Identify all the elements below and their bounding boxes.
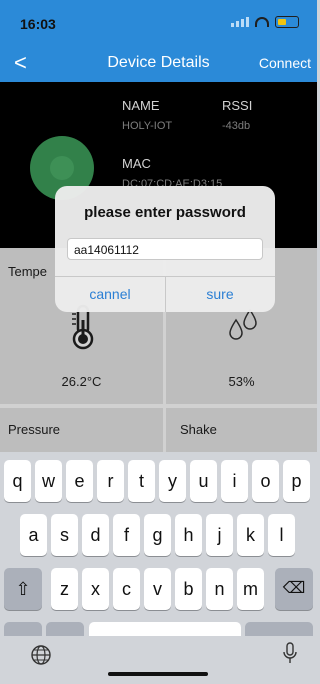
home-indicator[interactable]	[108, 672, 208, 676]
status-bar: 16:03	[0, 0, 317, 42]
key-m[interactable]: m	[237, 568, 264, 610]
status-time: 16:03	[20, 16, 56, 32]
key-f[interactable]: f	[113, 514, 140, 556]
connect-button[interactable]: Connect	[259, 55, 311, 71]
key-a[interactable]: a	[20, 514, 47, 556]
keyboard-bottom-bar	[0, 636, 317, 684]
key-k[interactable]: k	[237, 514, 264, 556]
globe-icon[interactable]	[30, 644, 52, 666]
key-i[interactable]: i	[221, 460, 248, 502]
key-v[interactable]: v	[144, 568, 171, 610]
backspace-icon: ⌫	[282, 580, 306, 597]
key-t[interactable]: t	[128, 460, 155, 502]
key-d[interactable]: d	[82, 514, 109, 556]
key-w[interactable]: w	[35, 460, 62, 502]
key-o[interactable]: o	[252, 460, 279, 502]
key-u[interactable]: u	[190, 460, 217, 502]
key-x[interactable]: x	[82, 568, 109, 610]
sure-button[interactable]: sure	[165, 276, 275, 312]
key-n[interactable]: n	[206, 568, 233, 610]
signal-icon	[231, 17, 249, 27]
key-h[interactable]: h	[175, 514, 202, 556]
key-y[interactable]: y	[159, 460, 186, 502]
key-s[interactable]: s	[51, 514, 78, 556]
key-p[interactable]: p	[283, 460, 310, 502]
key-l[interactable]: l	[268, 514, 295, 556]
shift-key[interactable]: ⇧	[4, 568, 42, 610]
battery-icon	[275, 16, 299, 28]
shift-icon: ⇧	[15, 579, 31, 599]
microphone-icon[interactable]	[282, 642, 298, 666]
key-z[interactable]: z	[51, 568, 78, 610]
key-r[interactable]: r	[97, 460, 124, 502]
key-e[interactable]: e	[66, 460, 93, 502]
key-g[interactable]: g	[144, 514, 171, 556]
key-c[interactable]: c	[113, 568, 140, 610]
backspace-key[interactable]: ⌫	[275, 568, 313, 610]
password-dialog: please enter password aa14061112 cannel …	[55, 186, 275, 312]
wifi-icon	[255, 17, 269, 27]
dialog-title: please enter password	[84, 204, 246, 221]
key-q[interactable]: q	[4, 460, 31, 502]
key-j[interactable]: j	[206, 514, 233, 556]
cancel-button[interactable]: cannel	[55, 276, 165, 312]
key-b[interactable]: b	[175, 568, 202, 610]
status-icons	[231, 16, 299, 28]
nav-bar: < Device Details Connect	[0, 42, 317, 82]
password-input[interactable]: aa14061112	[67, 238, 263, 260]
